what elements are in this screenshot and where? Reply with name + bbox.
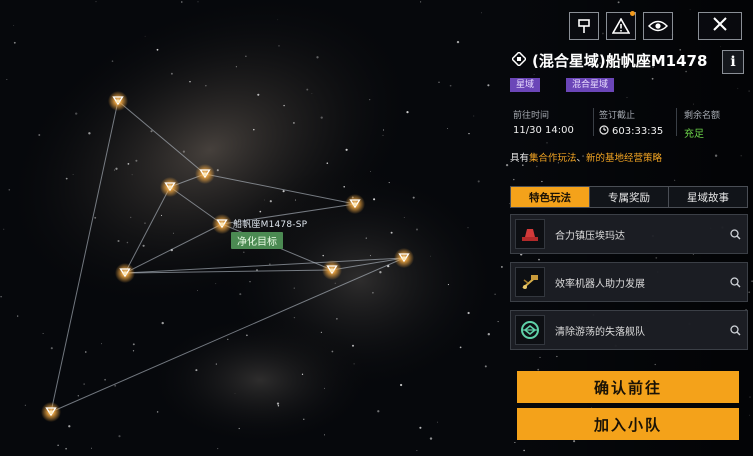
sector-title: (混合星域)船帆座M1478 xyxy=(510,50,708,71)
purify-target-tag: 净化目标 xyxy=(231,232,283,249)
search-icon xyxy=(730,225,741,244)
fleet-target-icon xyxy=(515,315,545,345)
close-x-icon xyxy=(712,16,728,36)
sector-title-text: (混合星域)船帆座M1478 xyxy=(532,52,708,70)
search-icon xyxy=(730,321,741,340)
tab-sector-story[interactable]: 星域故事 xyxy=(669,187,747,207)
feature-item-label: 清除游荡的失落舰队 xyxy=(555,326,645,338)
stat-value: 充足 xyxy=(684,129,704,140)
star-node[interactable] xyxy=(108,91,128,111)
warning-button[interactable] xyxy=(606,12,636,40)
nebula-cloud xyxy=(140,310,380,450)
tab-exclusive-rewards[interactable]: 专属奖励 xyxy=(590,187,669,207)
detail-tabs: 特色玩法 专属奖励 星域故事 xyxy=(510,186,748,208)
star-node[interactable] xyxy=(345,194,365,214)
flag-icon xyxy=(577,18,591,34)
stat-value: 11/30 14:00 xyxy=(513,125,574,136)
join-squad-button[interactable]: 加入小队 xyxy=(517,408,739,440)
flag-button[interactable] xyxy=(569,12,599,40)
clock-icon xyxy=(599,125,609,138)
star-node[interactable] xyxy=(115,263,135,283)
sector-diamond-icon xyxy=(510,50,528,70)
stat-label: 签订截止 xyxy=(599,111,636,121)
info-button[interactable]: i xyxy=(722,50,744,74)
focus-node-label: 船帆座M1478-SP xyxy=(233,220,308,230)
stat-travel-time: 前往时间 11/30 14:00 xyxy=(513,108,574,136)
feature-item-lost-fleet[interactable]: 清除游荡的失落舰队 xyxy=(510,310,748,350)
star-node[interactable] xyxy=(41,402,61,422)
star-node[interactable] xyxy=(160,177,180,197)
feature-item-label: 合力镇压埃玛达 xyxy=(555,230,625,242)
red-alarm-icon xyxy=(515,219,545,249)
focus-star-node[interactable] xyxy=(212,214,232,234)
feature-note: 具有集合作玩法、新的基地经营策略 xyxy=(510,153,663,164)
close-button[interactable] xyxy=(698,12,742,40)
view-toggle-button[interactable] xyxy=(643,12,673,40)
star-node[interactable] xyxy=(195,164,215,184)
stat-sign-deadline: 签订截止 603:33:35 xyxy=(599,108,663,138)
stat-value: 603:33:35 xyxy=(599,125,663,138)
alert-dot xyxy=(630,11,635,16)
feature-item-robots[interactable]: 效率机器人助力发展 xyxy=(510,262,748,302)
feature-item-label: 效率机器人助力发展 xyxy=(555,278,645,290)
star-node[interactable] xyxy=(394,248,414,268)
stat-label: 剩余名额 xyxy=(684,111,721,121)
tag-mixed-sector: 混合星域 xyxy=(566,78,615,92)
feature-item-suppress[interactable]: 合力镇压埃玛达 xyxy=(510,214,748,254)
confirm-go-button[interactable]: 确认前往 xyxy=(517,371,739,403)
warning-triangle-icon xyxy=(612,18,630,34)
divider xyxy=(676,108,677,136)
divider xyxy=(593,108,594,136)
robot-icon xyxy=(515,267,545,297)
stat-remaining-slots: 剩余名额 充足 xyxy=(684,108,720,140)
search-icon xyxy=(730,273,741,292)
stat-label: 前往时间 xyxy=(513,111,550,121)
tag-sector: 星域 xyxy=(510,78,541,92)
eye-icon xyxy=(648,20,668,32)
star-node[interactable] xyxy=(322,260,342,280)
tab-featured-gameplay[interactable]: 特色玩法 xyxy=(511,187,590,207)
